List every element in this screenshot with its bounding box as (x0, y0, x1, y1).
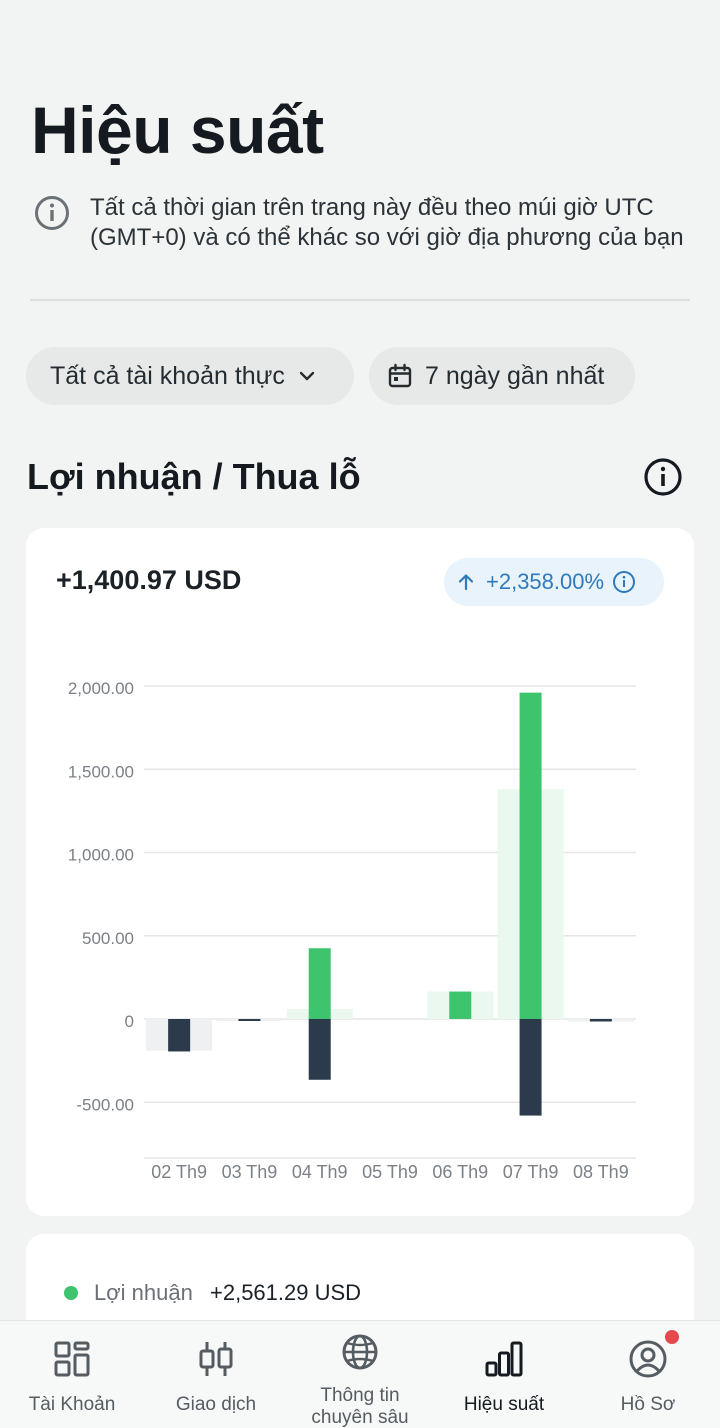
y-tick-label: 1,000.00 (68, 846, 134, 865)
y-tick-label: -500.00 (76, 1095, 134, 1114)
pnl-bar-chart: 2,000.00 1,500.00 1,000.00 500.00 0 -500.00 02… (68, 679, 636, 1182)
x-tick-label: 02 Th9 (151, 1162, 207, 1182)
pnl-chart-card: +1,400.97 USD +2,358.00% 2,000.00 1,500.0… (26, 528, 694, 1216)
nav-profile[interactable]: Hồ Sơ (576, 1321, 720, 1428)
profit-legend-value: +2,561.29 USD (210, 1280, 362, 1305)
nav-label-accounts: Tài Khoản (28, 1394, 116, 1415)
profit-bar (308, 948, 331, 1019)
accounts-grid-icon (54, 1341, 90, 1377)
chevron-down-icon (299, 371, 315, 381)
x-tick-label: 05 Th9 (362, 1162, 418, 1182)
pnl-total-value: +1,400.97 USD (56, 565, 242, 595)
account-filter-dropdown[interactable]: Tất cả tài khoản thực (26, 347, 354, 405)
loss-bar (238, 1019, 261, 1021)
bar-chart-icon (485, 1341, 523, 1377)
x-tick-label: 06 Th9 (432, 1162, 488, 1182)
nav-label-insights: Thông tin chuyên sâu (311, 1385, 409, 1428)
nav-label-trade: Giao dịch (175, 1394, 257, 1415)
profile-icon (629, 1340, 667, 1378)
nav-label-profile: Hồ Sơ (620, 1394, 676, 1415)
nav-accounts[interactable]: Tài Khoản (0, 1321, 144, 1428)
profit-legend-label: Lợi nhuận (94, 1280, 193, 1305)
arrow-up-icon (458, 574, 474, 591)
nav-performance[interactable]: Hiệu suất (432, 1321, 576, 1428)
x-tick-label: 08 Th9 (573, 1162, 629, 1182)
pnl-section-title: Lợi nhuận / Thua lỗ (27, 456, 361, 497)
profit-bar (519, 692, 542, 1019)
date-range-filter[interactable]: 7 ngày gần nhất (369, 347, 635, 405)
page-title: Hiệu suất (31, 93, 324, 167)
loss-bar (308, 1019, 331, 1080)
account-filter-label: Tất cả tài khoản thực (50, 361, 285, 390)
globe-icon (342, 1334, 378, 1370)
pnl-change-badge: +2,358.00% (444, 558, 664, 606)
calendar-icon (388, 363, 412, 388)
y-tick-label: 500.00 (82, 929, 134, 948)
date-range-label: 7 ngày gần nhất (425, 361, 605, 390)
pnl-info-icon[interactable] (643, 457, 683, 497)
x-tick-label: 03 Th9 (222, 1162, 278, 1182)
nav-trade[interactable]: Giao dịch (144, 1321, 288, 1428)
divider (30, 299, 690, 301)
y-tick-label: 2,000.00 (68, 679, 134, 698)
x-tick-label: 07 Th9 (503, 1162, 559, 1182)
notice-text: Tất cả thời gian trên trang này đều theo… (90, 194, 684, 251)
nav-label-performance: Hiệu suất (463, 1394, 545, 1415)
y-tick-label: 1,500.00 (68, 762, 134, 781)
nav-insights[interactable]: Thông tin chuyên sâu (288, 1321, 432, 1428)
x-tick-label: 04 Th9 (292, 1162, 348, 1182)
info-icon[interactable] (612, 570, 636, 594)
notification-dot (665, 1330, 679, 1344)
y-tick-label: 0 (125, 1012, 134, 1031)
loss-bar (589, 1019, 612, 1022)
loss-bar (168, 1019, 191, 1052)
profit-bar (449, 991, 472, 1019)
bottom-navigation: Tài Khoản Giao dịch Thông tin chuyên sâu… (0, 1320, 720, 1428)
info-icon (35, 196, 69, 230)
pnl-change-percent: +2,358.00% (486, 569, 605, 594)
profit-legend-dot (64, 1286, 78, 1300)
candlestick-icon (199, 1342, 233, 1376)
loss-bar (519, 1019, 542, 1116)
